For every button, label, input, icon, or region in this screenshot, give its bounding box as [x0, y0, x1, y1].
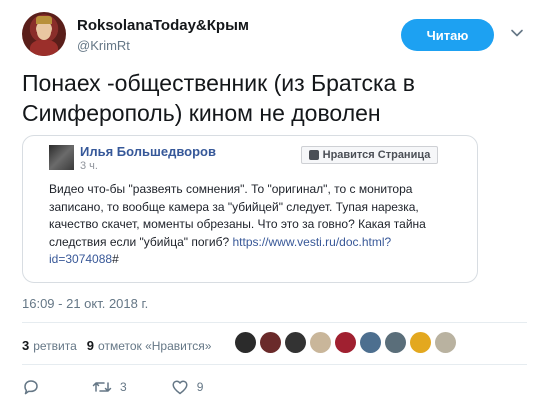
- liker-avatars: [235, 332, 456, 353]
- liker-avatar[interactable]: [260, 332, 281, 353]
- facebook-embed-card[interactable]: Илья Большедворов 3 ч. Нравится Страница…: [22, 135, 478, 283]
- fb-post-time: 3 ч.: [80, 160, 98, 172]
- liker-avatar[interactable]: [410, 332, 431, 353]
- avatar-face: [37, 24, 51, 40]
- like-stat[interactable]: 9 отметок «Нравится»: [87, 338, 212, 353]
- reply-action[interactable]: [22, 378, 48, 396]
- liker-avatar[interactable]: [385, 332, 406, 353]
- retweet-stat-count: 3: [22, 337, 30, 353]
- tweet-actions: 3 9: [22, 376, 247, 398]
- liker-avatar[interactable]: [335, 332, 356, 353]
- tweet-text: Понаех -общественник (из Братска в Симфе…: [22, 70, 415, 126]
- fb-post-body: Видео что-бы "развеять сомнения". То "ор…: [49, 181, 429, 269]
- avatar-robe: [30, 40, 58, 56]
- reply-icon: [24, 380, 38, 395]
- liker-avatar[interactable]: [435, 332, 456, 353]
- like-stat-label: отметок «Нравится»: [98, 338, 212, 353]
- like-count: 9: [196, 380, 204, 394]
- thumbs-up-icon: [308, 150, 319, 160]
- liker-avatar[interactable]: [310, 332, 331, 353]
- heart-icon: [172, 380, 188, 395]
- user-handle[interactable]: @KrimRt: [77, 38, 130, 53]
- fb-author-name[interactable]: Илья Большедворов: [80, 144, 216, 159]
- retweet-stat[interactable]: 3 ретвита: [22, 338, 77, 353]
- fb-like-page-button[interactable]: Нравится Страница: [301, 146, 438, 164]
- retweet-count: 3: [120, 380, 127, 394]
- retweet-action[interactable]: 3: [92, 378, 127, 396]
- fb-author-avatar[interactable]: [49, 145, 74, 170]
- divider: [22, 364, 527, 365]
- like-stat-count: 9: [86, 337, 95, 353]
- user-avatar[interactable]: [22, 12, 66, 56]
- follow-button[interactable]: Читаю: [401, 19, 494, 51]
- tweet-header: RoksolanaToday&Крым @KrimRt Читаю: [22, 12, 532, 62]
- fb-post-link-suffix: #: [112, 252, 119, 266]
- like-action[interactable]: 9: [171, 378, 204, 396]
- chevron-down-icon[interactable]: [510, 26, 524, 40]
- retweet-icon: [92, 382, 112, 392]
- avatar-crown: [36, 16, 52, 24]
- liker-avatar[interactable]: [285, 332, 306, 353]
- fb-like-label: Нравится Страница: [322, 149, 431, 161]
- retweet-stat-label: ретвита: [33, 338, 77, 353]
- display-name[interactable]: RoksolanaToday&Крым: [77, 17, 249, 34]
- liker-avatar[interactable]: [360, 332, 381, 353]
- tweet-timestamp[interactable]: 16:09 - 21 окт. 2018 г.: [22, 296, 148, 311]
- divider: [22, 322, 527, 323]
- tweet-stats: 3 ретвита 9 отметок «Нравится»: [22, 333, 221, 357]
- liker-avatar[interactable]: [235, 332, 256, 353]
